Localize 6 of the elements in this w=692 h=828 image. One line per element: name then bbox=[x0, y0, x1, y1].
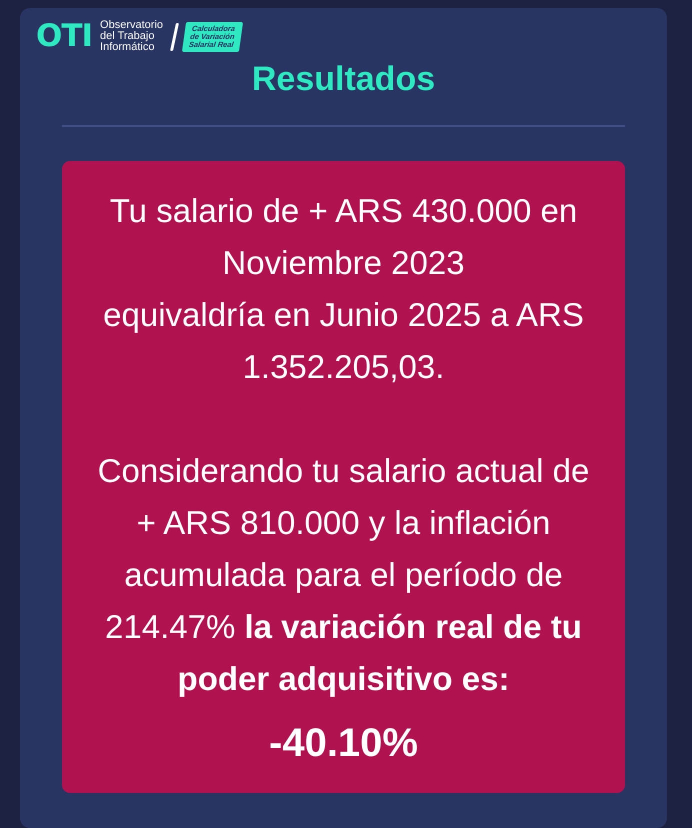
variation-value: -40.10% bbox=[268, 720, 419, 767]
logo: OTI bbox=[36, 21, 92, 52]
results-title: Resultados bbox=[250, 59, 436, 100]
salary-summary: Tu salario de + ARS 430.000 en Noviembre 2023 equivaldría en Junio 2025 a ARS 1.352.205,03. bbox=[102, 191, 585, 387]
purchasing-power-text: Considerando tu salario actual de + ARS 810.000 y la inflación acumulada para el período de 214.47% la variación real de tu poder adquisitivo es: bbox=[96, 451, 590, 699]
organization-name: Observatorio del Trabajo Informático bbox=[100, 20, 164, 53]
